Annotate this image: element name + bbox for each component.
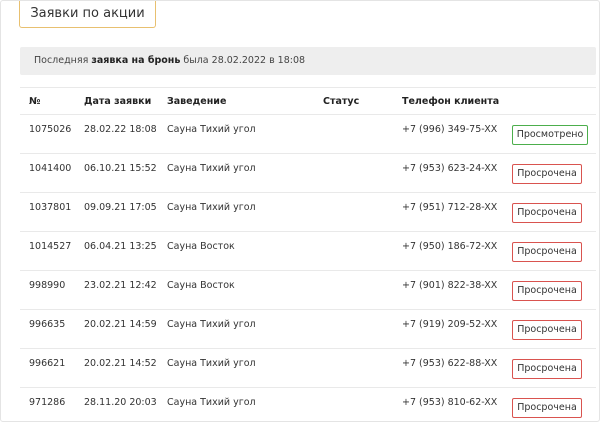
- cell-venue: Сауна Тихий угол: [167, 358, 256, 369]
- cell-id: 1014527: [29, 241, 72, 252]
- cell-venue: Сауна Тихий угол: [167, 163, 256, 174]
- cell-venue: Сауна Тихий угол: [167, 397, 256, 408]
- cell-id: 998990: [29, 280, 66, 291]
- cell-phone: +7 (901) 822-38-XX: [402, 280, 498, 291]
- header-venue: Заведение: [167, 96, 227, 107]
- cell-date: 09.09.21 17:05: [84, 202, 157, 213]
- status-button[interactable]: Просмотрено: [512, 125, 588, 145]
- status-button[interactable]: Просрочена: [512, 359, 582, 379]
- cell-venue: Сауна Восток: [167, 280, 235, 291]
- cell-venue: Сауна Восток: [167, 241, 235, 252]
- cell-phone: +7 (919) 209-52-XX: [402, 319, 498, 330]
- notice-prefix: Последняя: [34, 55, 92, 66]
- table-row: 996621 20.02.21 14:52 Сауна Тихий угол +…: [20, 349, 596, 388]
- cell-date: 20.02.21 14:59: [84, 319, 157, 330]
- status-button[interactable]: Просрочена: [512, 164, 582, 184]
- cell-date: 23.02.21 12:42: [84, 280, 157, 291]
- table-row: 1041400 06.10.21 15:52 Сауна Тихий угол …: [20, 154, 596, 193]
- header-id: №: [29, 96, 41, 107]
- requests-panel: Заявки по акции Последняя заявка на брон…: [0, 0, 600, 422]
- cell-phone: +7 (950) 186-72-XX: [402, 241, 498, 252]
- cell-id: 971286: [29, 397, 66, 408]
- table-row: 996635 20.02.21 14:59 Сауна Тихий угол +…: [20, 310, 596, 349]
- status-button[interactable]: Просрочена: [512, 398, 582, 418]
- header-status: Статус: [323, 96, 360, 107]
- cell-phone: +7 (953) 623-24-XX: [402, 163, 498, 174]
- status-button[interactable]: Просрочена: [512, 281, 582, 301]
- promo-requests-tab[interactable]: Заявки по акции: [19, 1, 156, 28]
- cell-phone: +7 (953) 810-62-XX: [402, 397, 498, 408]
- cell-phone: +7 (996) 349-75-XX: [402, 124, 498, 135]
- table-row: 1014527 06.04.21 13:25 Сауна Восток +7 (…: [20, 232, 596, 271]
- table-row: 1037801 09.09.21 17:05 Сауна Тихий угол …: [20, 193, 596, 232]
- cell-id: 1037801: [29, 202, 72, 213]
- cell-date: 06.04.21 13:25: [84, 241, 157, 252]
- cell-phone: +7 (953) 622-88-XX: [402, 358, 498, 369]
- table-header: № Дата заявки Заведение Статус Телефон к…: [20, 87, 596, 115]
- cell-venue: Сауна Тихий угол: [167, 202, 256, 213]
- notice-bold: заявка на бронь: [91, 55, 181, 66]
- status-button[interactable]: Просрочена: [512, 203, 582, 223]
- cell-venue: Сауна Тихий угол: [167, 124, 256, 135]
- table-row: 1075026 28.02.22 18:08 Сауна Тихий угол …: [20, 115, 596, 154]
- cell-date: 06.10.21 15:52: [84, 163, 157, 174]
- cell-date: 20.02.21 14:52: [84, 358, 157, 369]
- status-button[interactable]: Просрочена: [512, 320, 582, 340]
- cell-id: 1075026: [29, 124, 72, 135]
- cell-id: 996621: [29, 358, 66, 369]
- cell-id: 996635: [29, 319, 66, 330]
- cell-venue: Сауна Тихий угол: [167, 319, 256, 330]
- cell-phone: +7 (951) 712-28-XX: [402, 202, 498, 213]
- cell-date: 28.02.22 18:08: [84, 124, 157, 135]
- table-row: 998990 23.02.21 12:42 Сауна Восток +7 (9…: [20, 271, 596, 310]
- cell-date: 28.11.20 20:03: [84, 397, 157, 408]
- notice-suffix: была 28.02.2022 в 18:08: [180, 55, 306, 66]
- last-request-notice: Последняя заявка на бронь была 28.02.202…: [20, 47, 596, 75]
- cell-id: 1041400: [29, 163, 72, 174]
- header-date: Дата заявки: [84, 96, 152, 107]
- table-row: 971286 28.11.20 20:03 Сауна Тихий угол +…: [20, 388, 596, 421]
- header-phone: Телефон клиента: [402, 96, 500, 107]
- status-button[interactable]: Просрочена: [512, 242, 582, 262]
